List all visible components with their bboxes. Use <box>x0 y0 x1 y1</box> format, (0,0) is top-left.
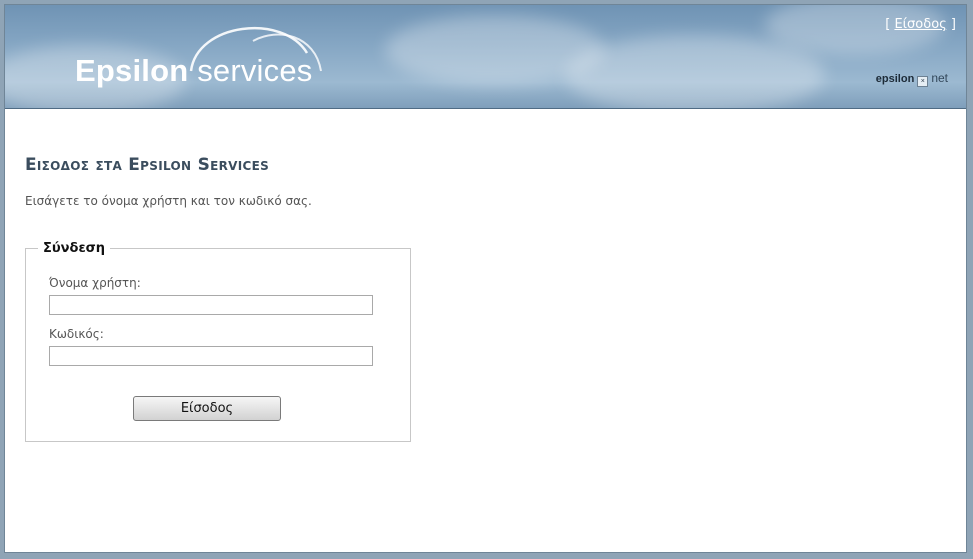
site-header: Epsilon services [ Είσοδος ] epsilon × net <box>5 5 966 109</box>
login-fieldset: Σύνδεση Όνομα χρήστη: Κωδικός: Είσοδος <box>25 241 411 442</box>
login-submit-button[interactable]: Είσοδος <box>133 396 281 421</box>
logo-primary: Epsilon <box>75 53 189 88</box>
page-title: Εισοδος στα Epsilon Services <box>25 155 270 175</box>
page-frame: Epsilon services [ Είσοδος ] epsilon × net… <box>4 4 967 553</box>
login-bracket-close: ] <box>946 17 956 32</box>
login-legend: Σύνδεση <box>43 241 106 256</box>
cloud-decoration <box>565 35 825 108</box>
brand-part1: epsilon <box>875 73 915 85</box>
password-label: Κωδικός: <box>49 327 104 341</box>
epsilonnet-logo: epsilon × net <box>876 71 948 87</box>
brand-separator-icon: × <box>917 76 929 87</box>
header-login: [ Είσοδος ] <box>885 17 956 32</box>
username-input[interactable] <box>49 295 373 315</box>
intro-text: Εισάγετε το όνομα χρήστη και τον κωδικό … <box>25 194 312 208</box>
brand-part2: net <box>931 71 948 85</box>
login-link[interactable]: Είσοδος <box>894 17 946 32</box>
logo-secondary: services <box>197 53 313 88</box>
site-logo[interactable]: Epsilon services <box>75 53 312 89</box>
password-input[interactable] <box>49 346 373 366</box>
username-label: Όνομα χρήστη: <box>49 276 141 290</box>
